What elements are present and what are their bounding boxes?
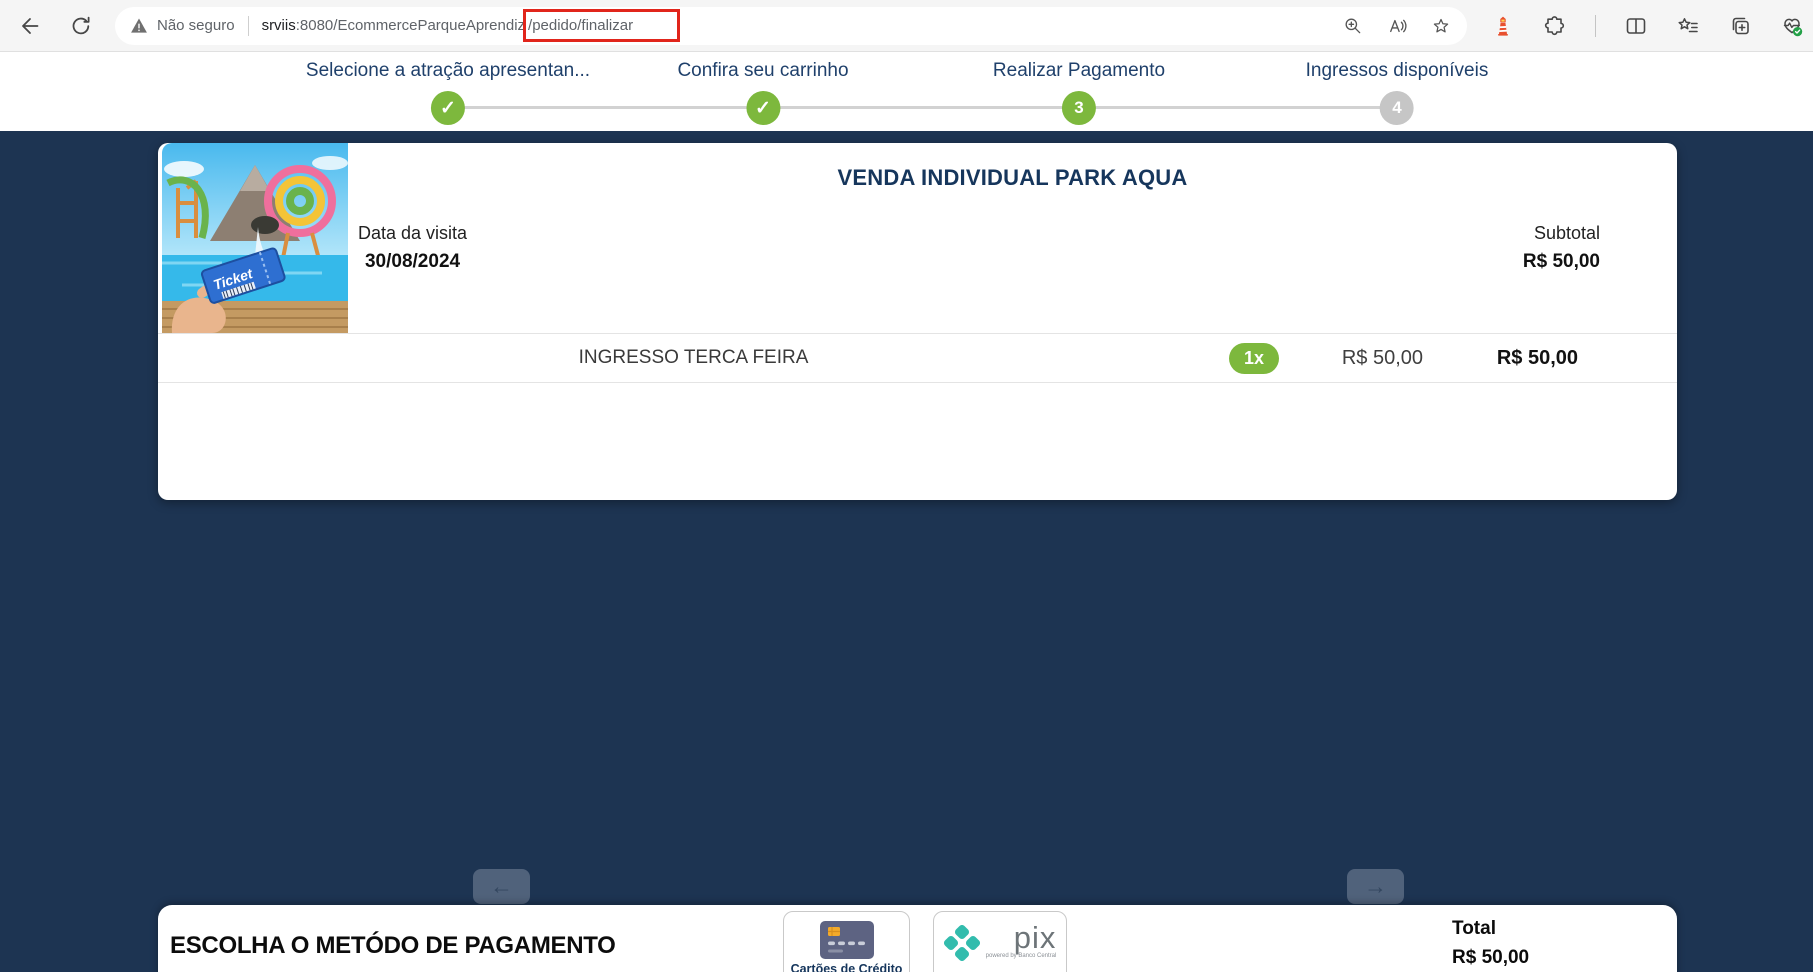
park-thumbnail-image: Ticket [162, 143, 348, 333]
previous-arrow-button[interactable]: ← [473, 869, 530, 904]
payment-method-card: ESCOLHA O METÓDO DE PAGAMENTO Cartões de… [158, 905, 1677, 972]
step-label: Realizar Pagamento [993, 60, 1165, 82]
step-number-badge: 4 [1380, 91, 1414, 125]
item-unit-price: R$ 50,00 [1303, 347, 1423, 370]
back-icon[interactable] [18, 14, 42, 38]
next-arrow-button[interactable]: → [1347, 869, 1404, 904]
item-name: INGRESSO TERCA FEIRA [158, 347, 1229, 369]
pix-sublabel: powered by Banco Central [986, 953, 1057, 959]
order-title: VENDA INDIVIDUAL PARK AQUA [348, 165, 1677, 191]
split-screen-icon[interactable] [1624, 14, 1648, 38]
not-secure-label[interactable]: Não seguro [157, 17, 235, 34]
extensions-puzzle-icon[interactable] [1543, 14, 1567, 38]
arrow-right-icon: → [1364, 873, 1387, 900]
subtotal-label: Subtotal [1523, 223, 1600, 244]
step-select-attraction[interactable]: Selecione a atração apresentan... ✓ [306, 60, 590, 125]
url-highlight-box: /pedido/finalizar [523, 9, 680, 42]
visit-date-block: Data da visita 30/08/2024 [358, 223, 467, 273]
browser-toolbar: Não seguro srviis:8080/EcommerceParqueAp… [0, 0, 1813, 52]
url-host: srviis [262, 17, 296, 34]
cart-item-row: INGRESSO TERCA FEIRA 1x R$ 50,00 R$ 50,0… [158, 333, 1677, 383]
toolbar-extensions-area [1491, 14, 1804, 38]
browser-window: Não seguro srviis:8080/EcommerceParqueAp… [0, 0, 1813, 972]
step-label: Selecione a atração apresentan... [306, 60, 590, 82]
stepper-connector-line [448, 106, 1397, 109]
favorite-star-icon[interactable] [1431, 16, 1451, 36]
step-confirm-cart[interactable]: Confira seu carrinho ✓ [677, 60, 848, 125]
not-secure-warning-icon [129, 16, 149, 36]
subtotal-value: R$ 50,00 [1523, 251, 1600, 273]
total-value: R$ 50,00 [1452, 947, 1529, 969]
visit-date-value: 30/08/2024 [358, 251, 467, 273]
refresh-icon[interactable] [69, 14, 93, 38]
address-bar[interactable]: Não seguro srviis:8080/EcommerceParqueAp… [115, 7, 1467, 45]
browser-essentials-icon[interactable] [1780, 14, 1804, 38]
toolbar-divider [1595, 15, 1596, 37]
credit-card-method-label: Cartões de Crédito [784, 962, 909, 972]
url-path: :8080/EcommerceParqueAprendiz [296, 17, 525, 34]
credit-card-icon [820, 921, 874, 959]
step-tickets-available[interactable]: Ingressos disponíveis 4 [1306, 60, 1489, 125]
pix-method-button[interactable]: pix powered by Banco Central [933, 911, 1067, 972]
step-payment[interactable]: Realizar Pagamento 3 [993, 60, 1165, 125]
pix-icon [944, 925, 980, 961]
address-divider [248, 16, 249, 36]
step-check-icon: ✓ [431, 91, 465, 125]
step-label: Confira seu carrinho [677, 60, 848, 82]
order-summary-card: Ticket VENDA INDIVIDUAL PARK AQUA Data d… [158, 143, 1677, 500]
favorites-hub-icon[interactable] [1676, 14, 1700, 38]
visit-date-label: Data da visita [358, 223, 467, 244]
step-label: Ingressos disponíveis [1306, 60, 1489, 82]
collections-icon[interactable] [1728, 14, 1752, 38]
credit-card-method-button[interactable]: Cartões de Crédito [783, 911, 910, 972]
step-check-icon: ✓ [746, 91, 780, 125]
lighthouse-extension-icon[interactable] [1491, 14, 1515, 38]
checkout-stepper: Selecione a atração apresentan... ✓ Conf… [0, 52, 1813, 131]
subtotal-block: Subtotal R$ 50,00 [1523, 223, 1600, 273]
item-quantity-badge: 1x [1229, 343, 1279, 374]
pix-method-label: pix [1014, 925, 1057, 951]
order-total-block: Total R$ 50,00 [1452, 918, 1529, 969]
zoom-in-icon[interactable] [1343, 16, 1363, 36]
item-total-price: R$ 50,00 [1448, 347, 1578, 370]
step-number-badge: 3 [1062, 91, 1096, 125]
total-label: Total [1452, 918, 1529, 940]
payment-heading: ESCOLHA O METÓDO DE PAGAMENTO [170, 932, 616, 960]
url-text[interactable]: srviis:8080/EcommerceParqueAprendiz/pedi… [262, 9, 681, 42]
arrow-left-icon: ← [490, 873, 513, 900]
read-aloud-icon[interactable] [1387, 16, 1407, 36]
